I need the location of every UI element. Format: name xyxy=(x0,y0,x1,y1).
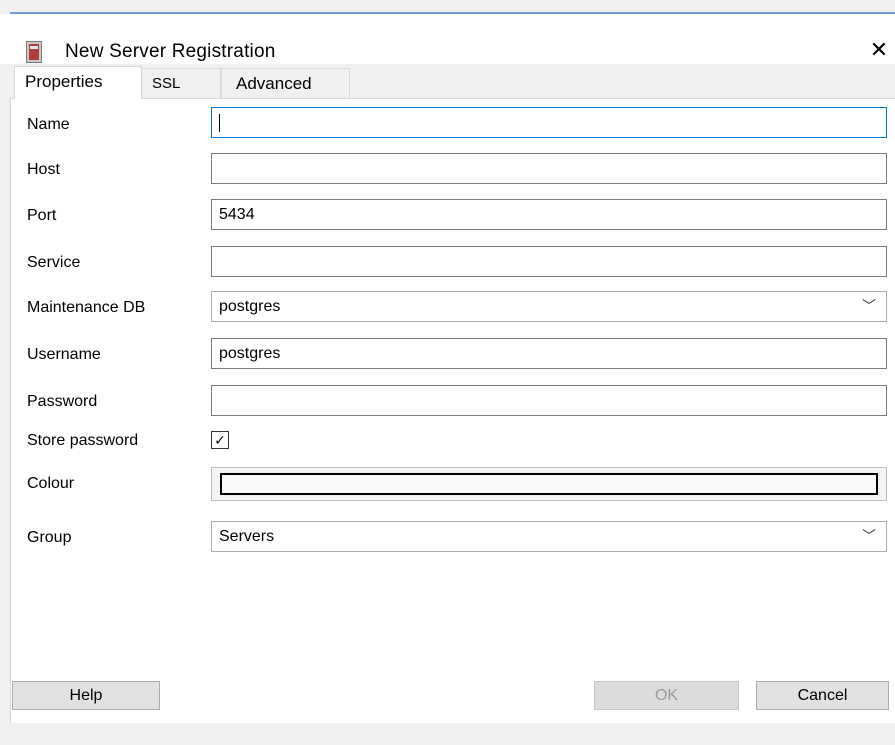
username-input[interactable]: postgres xyxy=(211,338,887,369)
maintenance-db-select[interactable]: postgres ﹀ xyxy=(211,291,887,322)
dialog-title: New Server Registration xyxy=(65,41,276,62)
colour-label: Colour xyxy=(27,475,75,492)
dialog-window: New Server Registration ✕ Properties SSL… xyxy=(0,0,895,745)
text-caret xyxy=(219,113,220,132)
group-label: Group xyxy=(27,529,72,546)
title-bar[interactable]: New Server Registration ✕ xyxy=(0,14,895,64)
tab-ssl[interactable]: SSL xyxy=(141,68,221,98)
host-label: Host xyxy=(27,161,60,178)
store-password-checkbox[interactable]: ✓ xyxy=(211,431,229,449)
name-label: Name xyxy=(27,116,70,133)
maintenance-db-label: Maintenance DB xyxy=(27,299,146,316)
help-button[interactable]: Help xyxy=(12,681,160,710)
chevron-down-icon: ﹀ xyxy=(862,528,876,544)
port-label: Port xyxy=(27,207,57,224)
maintenance-db-value: postgres xyxy=(219,298,281,315)
checkmark-icon: ✓ xyxy=(214,432,226,448)
chevron-down-icon: ﹀ xyxy=(862,298,876,314)
colour-swatch xyxy=(220,473,878,495)
username-label: Username xyxy=(27,346,101,363)
tab-advanced[interactable]: Advanced xyxy=(221,68,350,98)
port-input[interactable]: 5434 xyxy=(211,199,887,230)
colour-picker[interactable] xyxy=(211,467,887,501)
password-input[interactable] xyxy=(211,385,887,416)
close-icon[interactable]: ✕ xyxy=(866,36,892,64)
tab-properties[interactable]: Properties xyxy=(14,66,142,99)
password-label: Password xyxy=(27,393,98,410)
service-label: Service xyxy=(27,254,81,271)
name-input[interactable] xyxy=(211,107,887,138)
group-select[interactable]: Servers ﹀ xyxy=(211,521,887,552)
group-value: Servers xyxy=(219,528,275,545)
ok-button[interactable]: OK xyxy=(594,681,739,710)
cancel-button[interactable]: Cancel xyxy=(756,681,889,710)
service-input[interactable] xyxy=(211,246,887,277)
store-password-label: Store password xyxy=(27,432,139,449)
server-icon xyxy=(26,41,42,63)
host-input[interactable] xyxy=(211,153,887,184)
